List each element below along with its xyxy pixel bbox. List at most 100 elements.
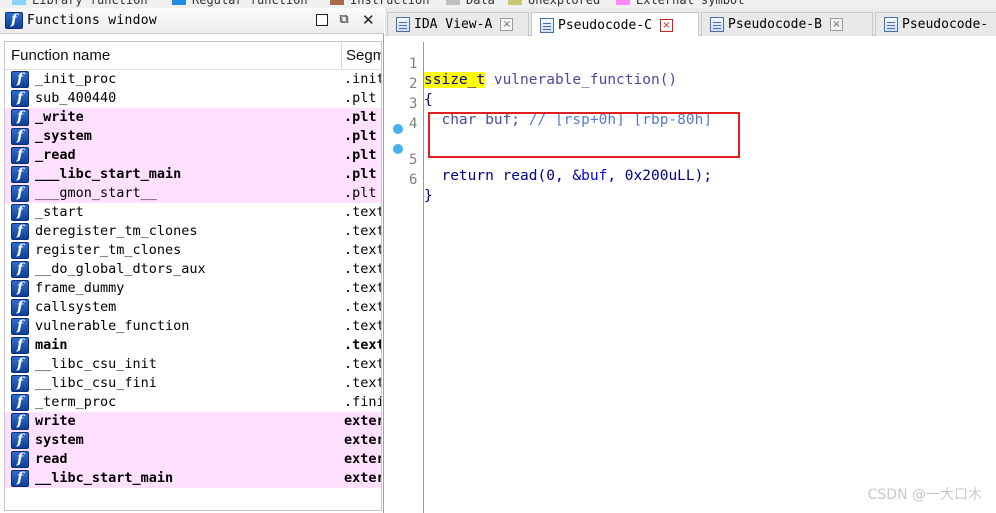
function-row[interactable]: f sub_400440 .plt [5, 89, 381, 108]
function-segment: .text [344, 318, 382, 334]
function-name[interactable]: sub_400440 [35, 90, 116, 106]
legend-label: Instruction [350, 0, 430, 7]
function-segment: .text [344, 280, 382, 296]
function-name[interactable]: system [35, 432, 84, 448]
function-segment: .text [344, 204, 382, 220]
function-segment: .text [344, 261, 382, 277]
pseudocode-editor[interactable]: 1 ssize_t vulnerable_function() 2 { 3 ch… [385, 36, 996, 513]
function-row[interactable]: f vulnerable_function .text [5, 317, 382, 336]
function-segment: .plt [344, 166, 377, 182]
float-window-icon[interactable]: ⧉ [338, 13, 350, 26]
function-icon: f [11, 147, 29, 164]
function-name[interactable]: __do_global_dtors_aux [35, 261, 206, 277]
tab-pseudocode-b[interactable]: Pseudocode-B × [701, 12, 873, 36]
function-segment: .text [344, 223, 382, 239]
read-arguments[interactable]: , 0x200uLL); [607, 168, 712, 184]
function-name[interactable]: vulnerable_function [35, 318, 189, 334]
function-name[interactable]: register_tm_clones [35, 242, 181, 258]
function-row[interactable]: f register_tm_clones .text [5, 241, 381, 260]
code-line[interactable]: 3 char buf; // [rsp+0h] [rbp-80h] [385, 80, 996, 128]
legend-bar: Library function Regular function Instruct… [0, 0, 996, 8]
function-name[interactable]: main [35, 337, 68, 353]
function-name[interactable]: _system [35, 128, 92, 144]
tab-pseudocode-c[interactable]: Pseudocode-C × [531, 12, 699, 37]
function-icon: f [11, 356, 29, 373]
function-icon: f [11, 261, 29, 278]
function-icon: f [11, 432, 29, 449]
function-row[interactable]: f _write .plt [5, 108, 381, 127]
function-icon: f [11, 337, 29, 354]
column-header-function-name[interactable]: Function name [11, 47, 110, 64]
function-name[interactable]: frame_dummy [35, 280, 124, 296]
function-row[interactable]: f __do_global_dtors_aux .text [5, 260, 382, 279]
function-row[interactable]: f __libc_csu_init .text [5, 355, 381, 374]
function-name[interactable]: write [35, 413, 76, 429]
function-row[interactable]: f __libc_csu_fini .text [5, 374, 382, 393]
function-segment: .text [344, 375, 382, 391]
function-row[interactable]: fwrite extern [5, 412, 381, 431]
tab-ida-view-a[interactable]: IDA View-A × [387, 12, 529, 36]
function-segment: extern [344, 451, 381, 467]
function-row[interactable]: f _system .plt [5, 127, 381, 146]
legend-swatch [508, 0, 522, 5]
function-name[interactable]: _start [35, 204, 84, 220]
breakpoint-dot-icon[interactable] [393, 144, 403, 154]
function-row[interactable]: f callsystem .text [5, 298, 382, 317]
function-name[interactable]: __libc_csu_fini [35, 375, 157, 391]
function-name[interactable]: _init_proc [35, 71, 116, 87]
functions-window-title: Functions window [27, 13, 158, 28]
legend-item: Instruction [330, 0, 429, 7]
column-header-segment[interactable]: Segm [346, 47, 381, 64]
function-row[interactable]: f __libc_start_main extern [5, 469, 381, 488]
function-name[interactable]: deregister_tm_clones [35, 223, 198, 239]
function-name[interactable]: read [35, 451, 68, 467]
return-statement[interactable]: return read(0, & [424, 168, 581, 184]
buf-variable[interactable]: buf [581, 168, 607, 184]
function-icon: f [11, 470, 29, 487]
function-name[interactable]: __libc_start_main [35, 470, 173, 486]
function-name[interactable]: __libc_csu_init [35, 356, 157, 372]
tab-label: IDA View-A [414, 17, 493, 32]
function-row[interactable]: f frame_dummy .text [5, 279, 382, 298]
function-row[interactable]: f main .text [5, 336, 381, 355]
legend-item: Regular function [172, 0, 308, 7]
restore-window-icon[interactable] [316, 14, 328, 26]
function-name[interactable]: callsystem [35, 299, 116, 315]
function-segment: .text [344, 299, 382, 315]
close-window-icon[interactable]: ✕ [362, 13, 375, 28]
function-row[interactable]: f _term_proc .fini [5, 393, 381, 412]
function-icon: f [11, 299, 29, 316]
function-row[interactable]: fsystem extern [5, 431, 381, 450]
column-separator[interactable] [341, 42, 342, 70]
close-tab-icon[interactable]: × [500, 18, 514, 31]
breakpoint-dot-icon[interactable] [393, 124, 403, 134]
function-row[interactable]: f _init_proc .init [5, 70, 381, 89]
function-icon: f [11, 204, 29, 221]
function-row[interactable]: f _read .plt [5, 146, 381, 165]
code-line[interactable]: 2 { [385, 60, 996, 108]
function-segment: extern [344, 413, 381, 429]
legend-swatch [12, 0, 26, 5]
function-name[interactable]: _write [35, 109, 84, 125]
legend-swatch [616, 0, 630, 5]
function-name[interactable]: _read [35, 147, 76, 163]
close-tab-icon[interactable]: × [829, 18, 843, 31]
code-line[interactable]: 1 ssize_t vulnerable_function() [385, 40, 996, 88]
function-row[interactable]: f ___gmon_start__ .plt [5, 184, 381, 203]
function-row[interactable]: f _start .text [5, 203, 382, 222]
function-icon: f [11, 71, 29, 88]
function-icon: f [11, 318, 29, 335]
function-name[interactable]: ___libc_start_main [35, 166, 181, 182]
line-number: 6 [409, 172, 418, 188]
function-row[interactable]: f deregister_tm_clones .text [5, 222, 382, 241]
functions-window: f Functions window ⧉ ✕ Function name Seg… [0, 8, 384, 513]
function-name[interactable]: ___gmon_start__ [35, 185, 157, 201]
function-segment: .plt [344, 128, 377, 144]
tab-pseudocode[interactable]: Pseudocode- [875, 12, 996, 36]
function-row[interactable]: f ___libc_start_main .plt [5, 165, 381, 184]
function-name[interactable]: _term_proc [35, 394, 116, 410]
close-brace: } [424, 188, 433, 204]
close-tab-icon[interactable]: × [659, 18, 673, 32]
function-row[interactable]: fread extern [5, 450, 381, 469]
legend-item: Library function [12, 0, 148, 7]
